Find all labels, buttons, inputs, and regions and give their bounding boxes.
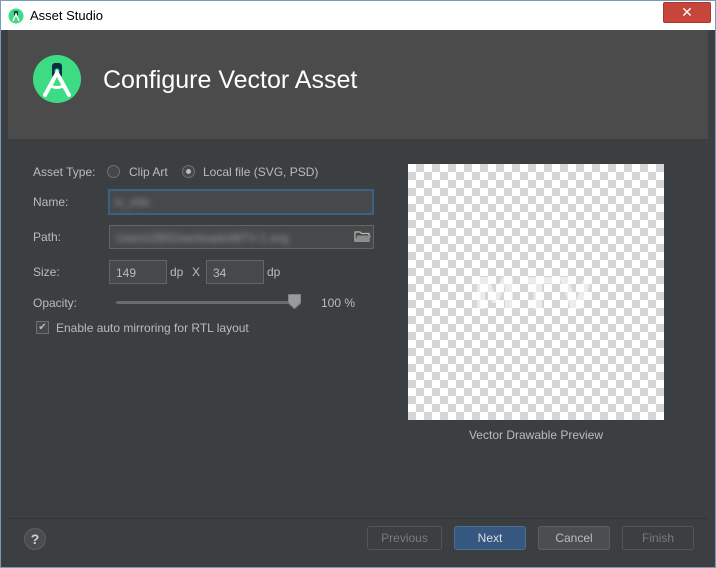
android-studio-icon — [8, 8, 24, 24]
local-file-radio[interactable] — [182, 165, 195, 178]
width-input[interactable]: 149 — [109, 260, 167, 284]
asset-studio-window: Asset Studio ✕ Configure Vector Asset As… — [0, 0, 716, 568]
clip-art-radio[interactable] — [107, 165, 120, 178]
path-value: Users\2B\Downloads\MTV-1.svg — [116, 231, 289, 245]
local-file-label[interactable]: Local file (SVG, PSD) — [203, 165, 318, 179]
page-title: Configure Vector Asset — [103, 66, 358, 94]
height-unit: dp — [267, 265, 281, 279]
size-label: Size: — [33, 265, 60, 279]
finish-button[interactable]: Finish — [622, 526, 694, 550]
preview-artwork: MTV — [473, 269, 599, 320]
preview-caption: Vector Drawable Preview — [468, 428, 604, 442]
height-input[interactable]: 34 — [206, 260, 264, 284]
opacity-value: 100 % — [321, 296, 356, 310]
cancel-button[interactable]: Cancel — [538, 526, 610, 550]
wizard-header: Configure Vector Asset — [8, 30, 708, 139]
width-unit: dp — [170, 265, 184, 279]
width-value: 149 — [116, 266, 137, 280]
folder-open-icon[interactable] — [352, 226, 373, 246]
path-input[interactable]: Users\2B\Downloads\MTV-1.svg — [109, 225, 374, 249]
path-label: Path: — [33, 230, 62, 244]
next-button[interactable]: Next — [454, 526, 526, 550]
size-separator: X — [192, 265, 201, 279]
content-panel: Asset Type: Clip Art Local file (SVG, PS… — [8, 139, 708, 561]
opacity-slider-track[interactable] — [116, 301, 296, 304]
height-value: 34 — [213, 266, 227, 280]
asset-type-label: Asset Type: — [33, 165, 96, 179]
close-icon: ✕ — [681, 4, 693, 20]
window-title: Asset Studio — [30, 8, 103, 23]
previous-button[interactable]: Previous — [367, 526, 442, 550]
opacity-slider-knob[interactable] — [288, 294, 301, 309]
checkmark-icon: ✔ — [38, 322, 47, 333]
android-studio-logo-icon — [33, 55, 81, 103]
preview-art-text: MTV — [473, 269, 599, 320]
clip-art-label[interactable]: Clip Art — [129, 165, 168, 179]
rtl-checkbox[interactable]: ✔ — [36, 321, 49, 334]
rtl-label[interactable]: Enable auto mirroring for RTL layout — [56, 321, 249, 335]
name-label: Name: — [33, 195, 69, 209]
name-value: ic_mtv — [115, 195, 150, 209]
title-bar: Asset Studio ✕ — [1, 1, 715, 30]
name-input[interactable]: ic_mtv — [108, 189, 374, 215]
close-button[interactable]: ✕ — [663, 2, 711, 23]
footer-divider — [8, 518, 708, 519]
vector-preview: MTV — [408, 164, 664, 420]
opacity-label: Opacity: — [33, 296, 78, 310]
help-button[interactable]: ? — [24, 528, 46, 550]
